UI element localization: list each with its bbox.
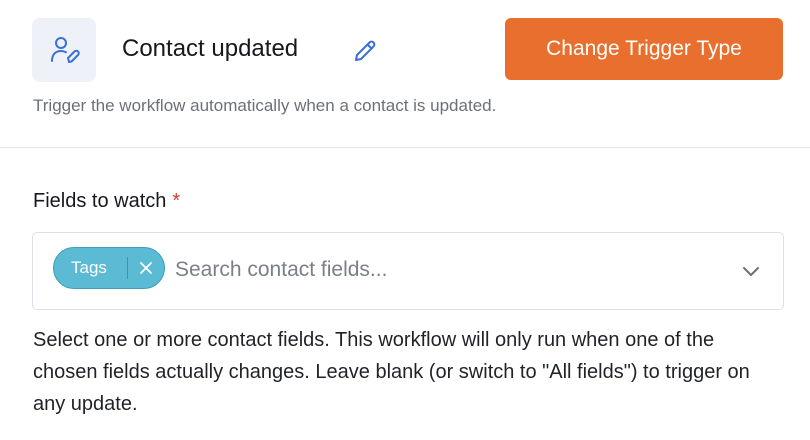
pencil-icon[interactable] bbox=[352, 38, 378, 64]
fields-to-watch-label-text: Fields to watch bbox=[33, 190, 167, 212]
change-trigger-type-button[interactable]: Change Trigger Type bbox=[505, 18, 783, 80]
fields-help-text: Select one or more contact fields. This … bbox=[33, 329, 750, 415]
remove-tag-button[interactable] bbox=[128, 248, 164, 288]
trigger-title: Contact updated bbox=[122, 35, 299, 62]
tag-chip-label: Tags bbox=[71, 258, 107, 277]
trigger-description: Trigger the workflow automatically when … bbox=[33, 96, 497, 115]
required-marker: * bbox=[172, 190, 181, 212]
chevron-down-icon[interactable] bbox=[739, 259, 763, 283]
contact-fields-multiselect[interactable]: Tags bbox=[32, 232, 784, 310]
contact-edit-icon bbox=[51, 37, 80, 63]
search-contact-fields-input[interactable] bbox=[175, 253, 715, 287]
trigger-header: Contact updated Change Trigger Type Trig… bbox=[0, 0, 810, 148]
close-icon bbox=[140, 262, 153, 274]
trigger-icon-container bbox=[32, 18, 96, 82]
selected-tag-chip: Tags bbox=[53, 247, 165, 289]
fields-to-watch-label: Fields to watch * bbox=[33, 190, 180, 213]
